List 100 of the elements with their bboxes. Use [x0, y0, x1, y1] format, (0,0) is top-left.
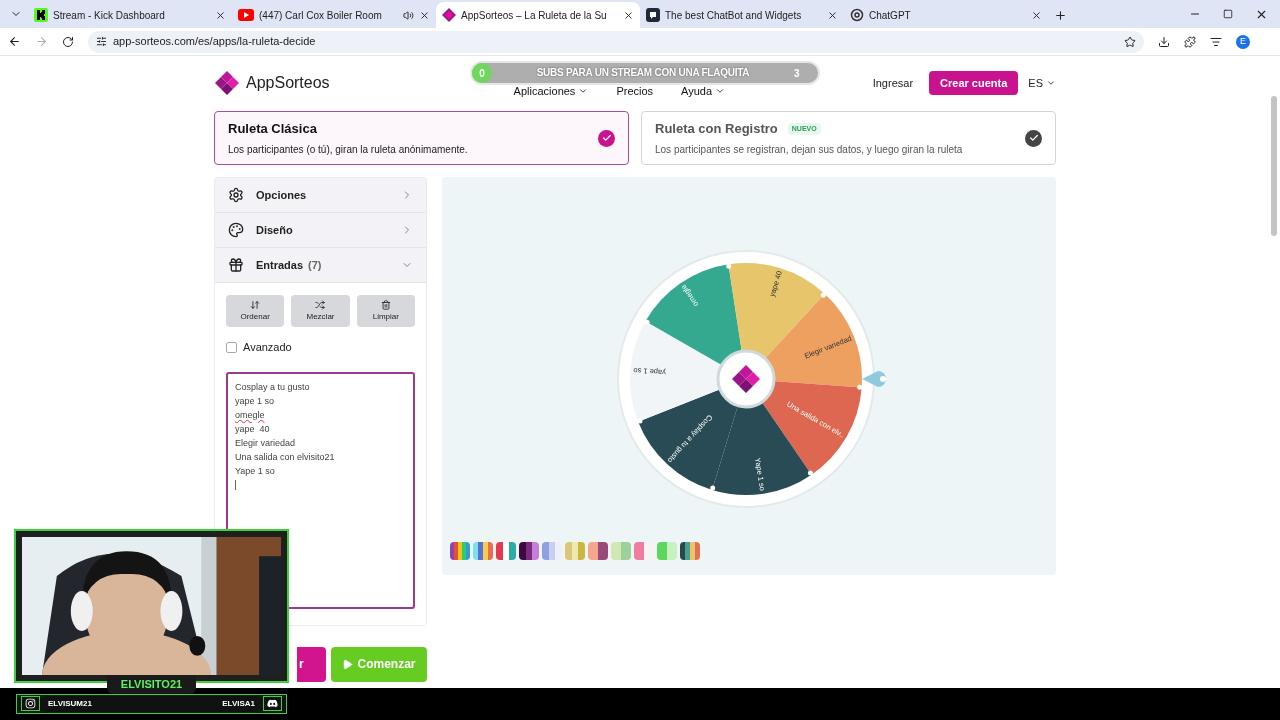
extensions-icon[interactable]	[1184, 35, 1196, 48]
instagram-icon	[25, 698, 36, 709]
site-settings-icon	[96, 36, 107, 47]
mode-title: Ruleta con Registro	[655, 120, 778, 139]
reload-icon[interactable]	[62, 35, 74, 48]
close-icon[interactable]	[623, 9, 634, 21]
entry-line: Yape 1 so	[235, 464, 275, 478]
palette-stripe[interactable]	[525, 542, 533, 560]
gift-icon	[228, 257, 244, 273]
entry-line: Una salida con elvisito21	[235, 450, 335, 464]
entry-line: omegle	[235, 408, 265, 422]
palette-stripe[interactable]	[680, 542, 685, 560]
entry-tool-button[interactable]: Ordenar	[226, 295, 285, 327]
bookmark-icon[interactable]	[1124, 35, 1136, 48]
tab-title: Stream - Kick Dashboard	[53, 8, 166, 23]
browser-tab[interactable]: The best ChatBot and Widgets	[640, 2, 844, 28]
settings-icon	[228, 187, 244, 203]
browser-tab[interactable]: (447) Carl Cox Boiler Room	[232, 2, 436, 28]
palette-stripe[interactable]	[598, 542, 608, 560]
chat-favicon-icon	[646, 8, 660, 22]
logo-text: AppSorteos	[246, 73, 330, 93]
trash-icon	[380, 299, 391, 310]
url-text: app-sorteos.com/es/apps/la-ruleta-decide	[113, 34, 316, 50]
check-icon	[598, 129, 615, 147]
wheel-pointer-icon	[862, 371, 886, 387]
mode-description: Los participantes (o tú), giran la ruleta anónimamente.	[228, 142, 469, 157]
browser-tab[interactable]: AppSorteos – La Ruleta de la Su	[436, 2, 640, 28]
scrollbar[interactable]	[1271, 96, 1277, 236]
entry-count: (7)	[308, 257, 322, 273]
tab-title: AppSorteos – La Ruleta de la Su	[461, 8, 608, 23]
section-label: Opciones	[256, 187, 307, 203]
accordion-header[interactable]: Entradas (7)	[215, 248, 426, 283]
goal-target: 3	[794, 66, 801, 81]
check-icon	[1025, 129, 1042, 147]
palette-stripe[interactable]	[450, 542, 454, 560]
tab-title: ChatGPT	[869, 8, 912, 23]
tab-title: The best ChatBot and Widgets	[665, 8, 803, 23]
mode-title: Ruleta Clásica	[228, 120, 317, 139]
social-handle: ELVISA1	[222, 697, 255, 710]
wheel-peg	[637, 418, 643, 424]
caret-icon	[715, 86, 726, 96]
nav-link[interactable]: Precios	[616, 85, 654, 97]
wheel-peg	[726, 263, 732, 269]
wheel-peg	[820, 292, 826, 298]
checkbox[interactable]	[226, 341, 237, 353]
wheel-peg	[857, 384, 863, 390]
language-selector[interactable]: ES	[1028, 74, 1043, 92]
signup-button[interactable]: Crear cuenta	[929, 71, 1019, 95]
caret-icon	[578, 86, 589, 96]
palette-icon	[228, 222, 244, 238]
mode-card[interactable]: Ruleta Clásica Los participantes (o tú), giran la ruleta anónimamente.	[214, 111, 629, 165]
close-icon[interactable]	[1031, 9, 1042, 21]
shuffle-icon	[315, 299, 326, 310]
streamer-name: ELVISITO21	[106, 675, 197, 694]
reading-list-icon[interactable]	[1210, 35, 1222, 48]
goal-title: SUBS PARA UN STREAM CON UNA FLAQUITA	[535, 68, 751, 78]
login-link[interactable]: Ingresar	[872, 74, 914, 92]
close-icon[interactable]	[827, 9, 838, 21]
maximize-icon[interactable]	[1223, 9, 1233, 19]
discord-icon	[267, 698, 278, 709]
wheel-peg	[644, 319, 650, 325]
knot-favicon-icon	[850, 8, 864, 22]
nav-link[interactable]: Aplicaciones	[513, 85, 576, 97]
entry-line: Elegir variedad	[235, 436, 296, 450]
browser-tab[interactable]: ChatGPT	[844, 2, 1048, 28]
browser-tab[interactable]: Stream - Kick Dashboard	[28, 2, 232, 28]
close-icon[interactable]	[215, 9, 226, 21]
download-icon[interactable]	[1158, 35, 1170, 48]
goal-start: 0	[479, 66, 485, 81]
profile-avatar[interactable]: E	[1236, 34, 1250, 49]
entry-tool-button[interactable]: Limpiar	[356, 295, 415, 327]
section-label: Diseño	[256, 222, 293, 238]
entry-line: yape 40	[235, 422, 270, 436]
checkbox-label: Avanzado	[243, 340, 292, 355]
video-play-favicon-icon	[238, 9, 254, 21]
close-icon[interactable]	[419, 9, 430, 21]
new-tab-icon[interactable]	[1053, 8, 1067, 22]
entry-line: yape 1 so	[235, 394, 275, 408]
section-label: Entradas	[256, 257, 304, 273]
logo-icon	[214, 70, 240, 96]
accordion-header[interactable]: Diseño	[215, 213, 426, 248]
back-icon[interactable]	[8, 35, 21, 48]
address-field[interactable]: app-sorteos.com/es/apps/la-ruleta-decide	[88, 30, 1144, 53]
entry-line: Cosplay a tu gusto	[235, 380, 310, 394]
caret-icon	[1046, 78, 1056, 88]
entry-tool-button[interactable]: Mezclar	[291, 295, 350, 327]
palette-stripe[interactable]	[519, 542, 526, 560]
sort-icon	[250, 299, 261, 310]
accordion-header[interactable]: Opciones	[215, 178, 426, 213]
play-icon	[342, 658, 354, 670]
kick-favicon-icon	[34, 8, 48, 22]
mode-description: Los participantes se registran, dejan sus datos, y luego giran la ruleta	[655, 142, 964, 157]
wheel-peg	[710, 485, 716, 491]
forward-icon[interactable]	[35, 35, 48, 48]
action-button[interactable]: r	[297, 646, 326, 682]
wheel-hub-icon	[716, 349, 776, 409]
palette-stripe[interactable]	[502, 542, 510, 560]
social-handle: ELVISUM21	[48, 697, 92, 710]
diamond-favicon-icon	[442, 8, 456, 22]
nav-link[interactable]: Ayuda	[681, 85, 713, 97]
